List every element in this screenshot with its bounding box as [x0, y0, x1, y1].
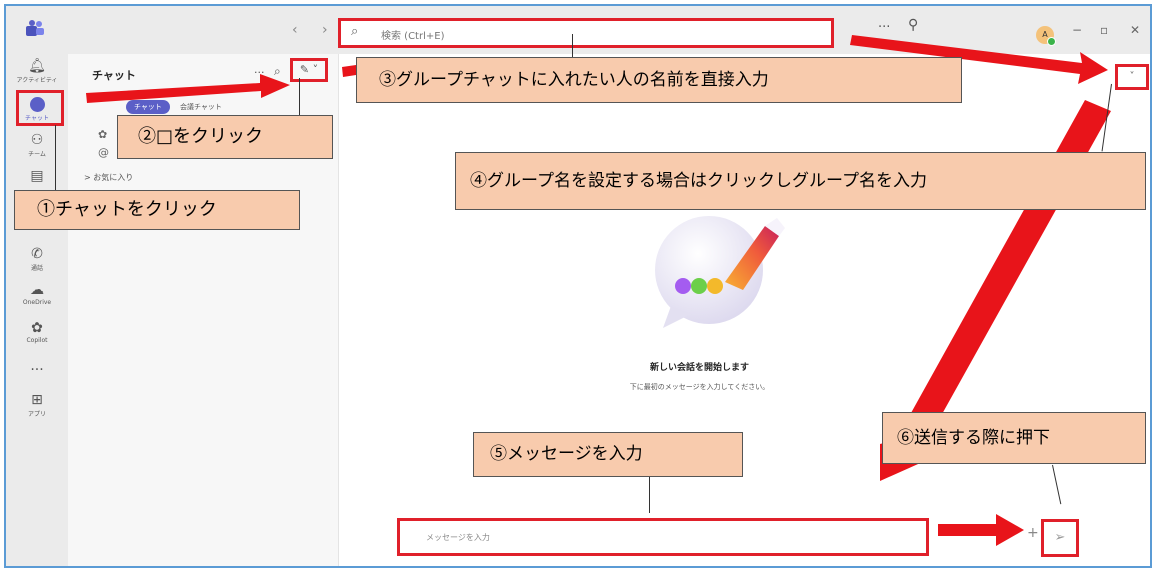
leader-line-5	[649, 477, 650, 513]
callout-1: ①チャットをクリック	[14, 190, 300, 230]
callout-5: ⑤メッセージを入力	[473, 432, 743, 477]
callout-4: ④グループ名を設定する場合はクリックしグループ名を入力	[455, 152, 1146, 210]
leader-line-3	[572, 34, 573, 58]
callout-6: ⑥送信する際に押下	[882, 412, 1146, 464]
arrow-to-send-button	[938, 514, 1024, 546]
callout-2: ②□をクリック	[117, 115, 333, 159]
arrow-to-compose	[86, 74, 290, 103]
leader-line-2	[299, 78, 300, 116]
callout-3: ③グループチャットに入れたい人の名前を直接入力	[356, 57, 962, 103]
arrow-to-search	[342, 65, 356, 77]
leader-line-1	[55, 125, 56, 193]
